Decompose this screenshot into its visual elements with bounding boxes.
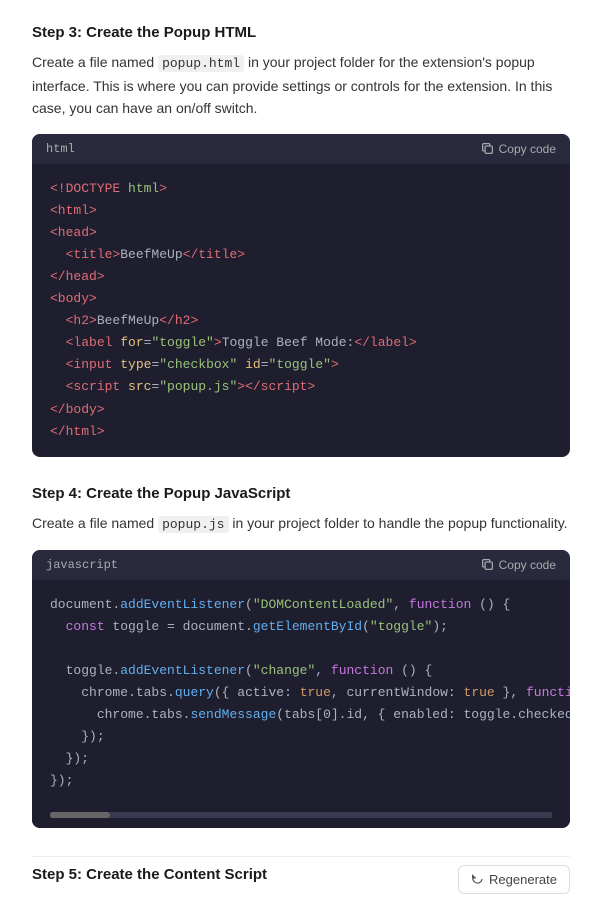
- step4-heading: Step 4: Create the Popup JavaScript: [32, 485, 570, 502]
- step4-code-header: javascript Copy code: [32, 550, 570, 580]
- step5-heading: Step 5: Create the Content Script: [32, 866, 267, 883]
- step4-description: Create a file named popup.js in your pro…: [32, 512, 570, 536]
- regenerate-icon: [471, 873, 484, 886]
- step3-copy-button[interactable]: Copy code: [481, 142, 556, 156]
- step4-code-block: javascript Copy code document.addEventLi…: [32, 550, 570, 829]
- scrollbar-area: [32, 806, 570, 828]
- step3-copy-label: Copy code: [499, 142, 556, 156]
- step4-copy-button[interactable]: Copy code: [481, 558, 556, 572]
- step3-description: Create a file named popup.html in your p…: [32, 51, 570, 120]
- copy-icon: [481, 142, 494, 155]
- step3-heading: Step 3: Create the Popup HTML: [32, 24, 570, 41]
- scrollbar-track[interactable]: [50, 812, 552, 818]
- step3-section: Step 3: Create the Popup HTML Create a f…: [32, 24, 570, 457]
- step3-code-body: <!DOCTYPE html> <html> <head> <title>Bee…: [32, 164, 570, 457]
- step3-code-header: html Copy code: [32, 134, 570, 164]
- step3-code-block: html Copy code <!DOCTYPE html> <html> <h…: [32, 134, 570, 457]
- bottom-bar: Step 5: Create the Content Script Regene…: [32, 856, 570, 894]
- regenerate-button[interactable]: Regenerate: [458, 865, 570, 894]
- regenerate-label: Regenerate: [489, 872, 557, 887]
- step4-copy-label: Copy code: [499, 558, 556, 572]
- step4-filename-code: popup.js: [158, 516, 228, 533]
- scrollbar-thumb: [50, 812, 110, 818]
- step3-filename-code: popup.html: [158, 55, 244, 72]
- copy-icon-2: [481, 558, 494, 571]
- step4-section: Step 4: Create the Popup JavaScript Crea…: [32, 485, 570, 829]
- step4-lang-label: javascript: [46, 558, 118, 572]
- step3-lang-label: html: [46, 142, 75, 156]
- step4-code-body: document.addEventListener("DOMContentLoa…: [32, 580, 570, 807]
